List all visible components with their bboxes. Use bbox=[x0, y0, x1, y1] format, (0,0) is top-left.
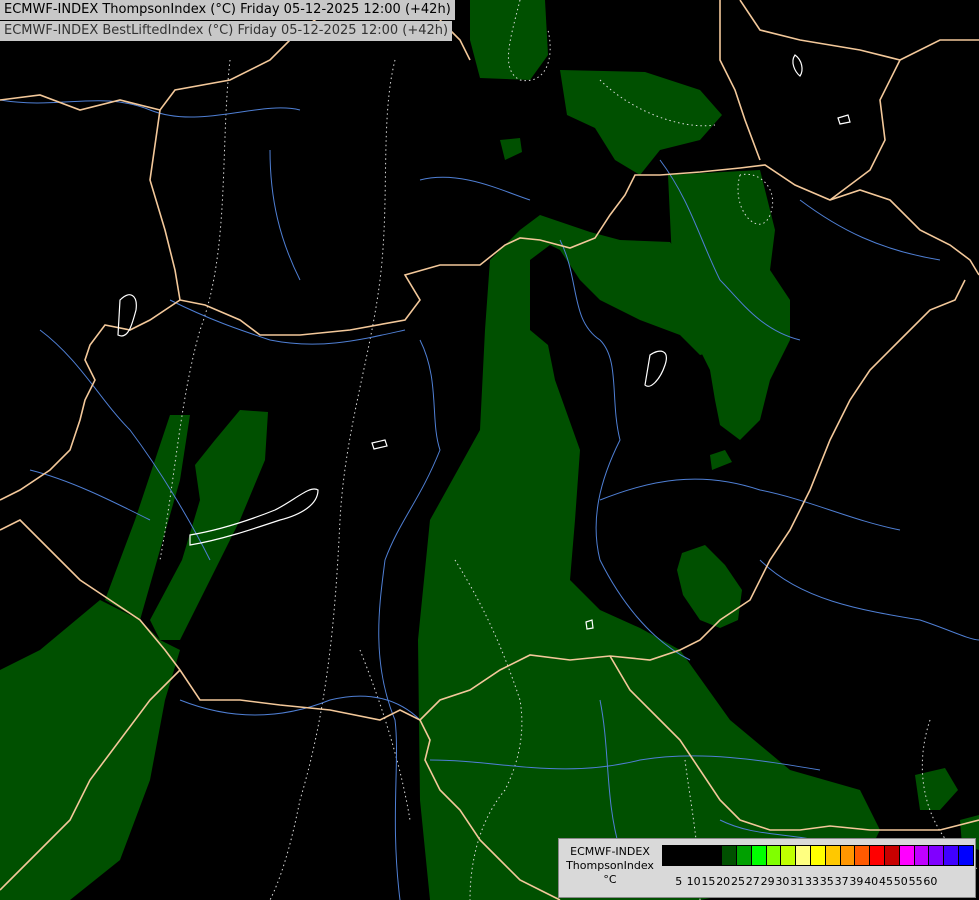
legend-swatch bbox=[928, 845, 945, 866]
color-legend: ECMWF-INDEX ThompsonIndex °C 5 10 15 20 25 27… bbox=[558, 838, 976, 898]
legend-swatch bbox=[750, 845, 767, 866]
legend-unit: °C bbox=[603, 873, 617, 886]
legend-swatch bbox=[824, 845, 841, 866]
legend-swatch bbox=[765, 845, 782, 866]
legend-swatch bbox=[795, 845, 812, 866]
legend-parameter: ThompsonIndex bbox=[566, 859, 654, 872]
legend-tick: 60 bbox=[923, 875, 938, 888]
zone-top-center bbox=[470, 0, 548, 80]
legend-swatch bbox=[854, 845, 871, 866]
legend-swatch bbox=[721, 845, 738, 866]
legend-swatch bbox=[706, 845, 723, 866]
legend-swatch bbox=[810, 845, 826, 866]
legend-swatch bbox=[898, 845, 915, 866]
legend-swatch bbox=[691, 845, 708, 866]
legend-swatch bbox=[869, 845, 886, 866]
legend-swatch bbox=[736, 845, 752, 866]
legend-swatch bbox=[676, 845, 693, 866]
legend-swatch bbox=[913, 845, 930, 866]
map-title-thompson: ECMWF-INDEX ThompsonIndex (°C) Friday 05… bbox=[0, 0, 455, 20]
weather-map bbox=[0, 0, 979, 900]
legend-swatch bbox=[958, 845, 974, 866]
map-title-bestlifted: ECMWF-INDEX BestLiftedIndex (°C) Friday … bbox=[0, 21, 453, 41]
legend-model: ECMWF-INDEX bbox=[570, 845, 650, 858]
legend-swatch bbox=[839, 845, 856, 866]
legend-label: ECMWF-INDEX ThompsonIndex °C bbox=[561, 845, 659, 887]
legend-swatch bbox=[662, 845, 678, 866]
legend-swatch bbox=[943, 845, 960, 866]
legend-swatch bbox=[884, 845, 900, 866]
legend-swatch bbox=[780, 845, 797, 866]
